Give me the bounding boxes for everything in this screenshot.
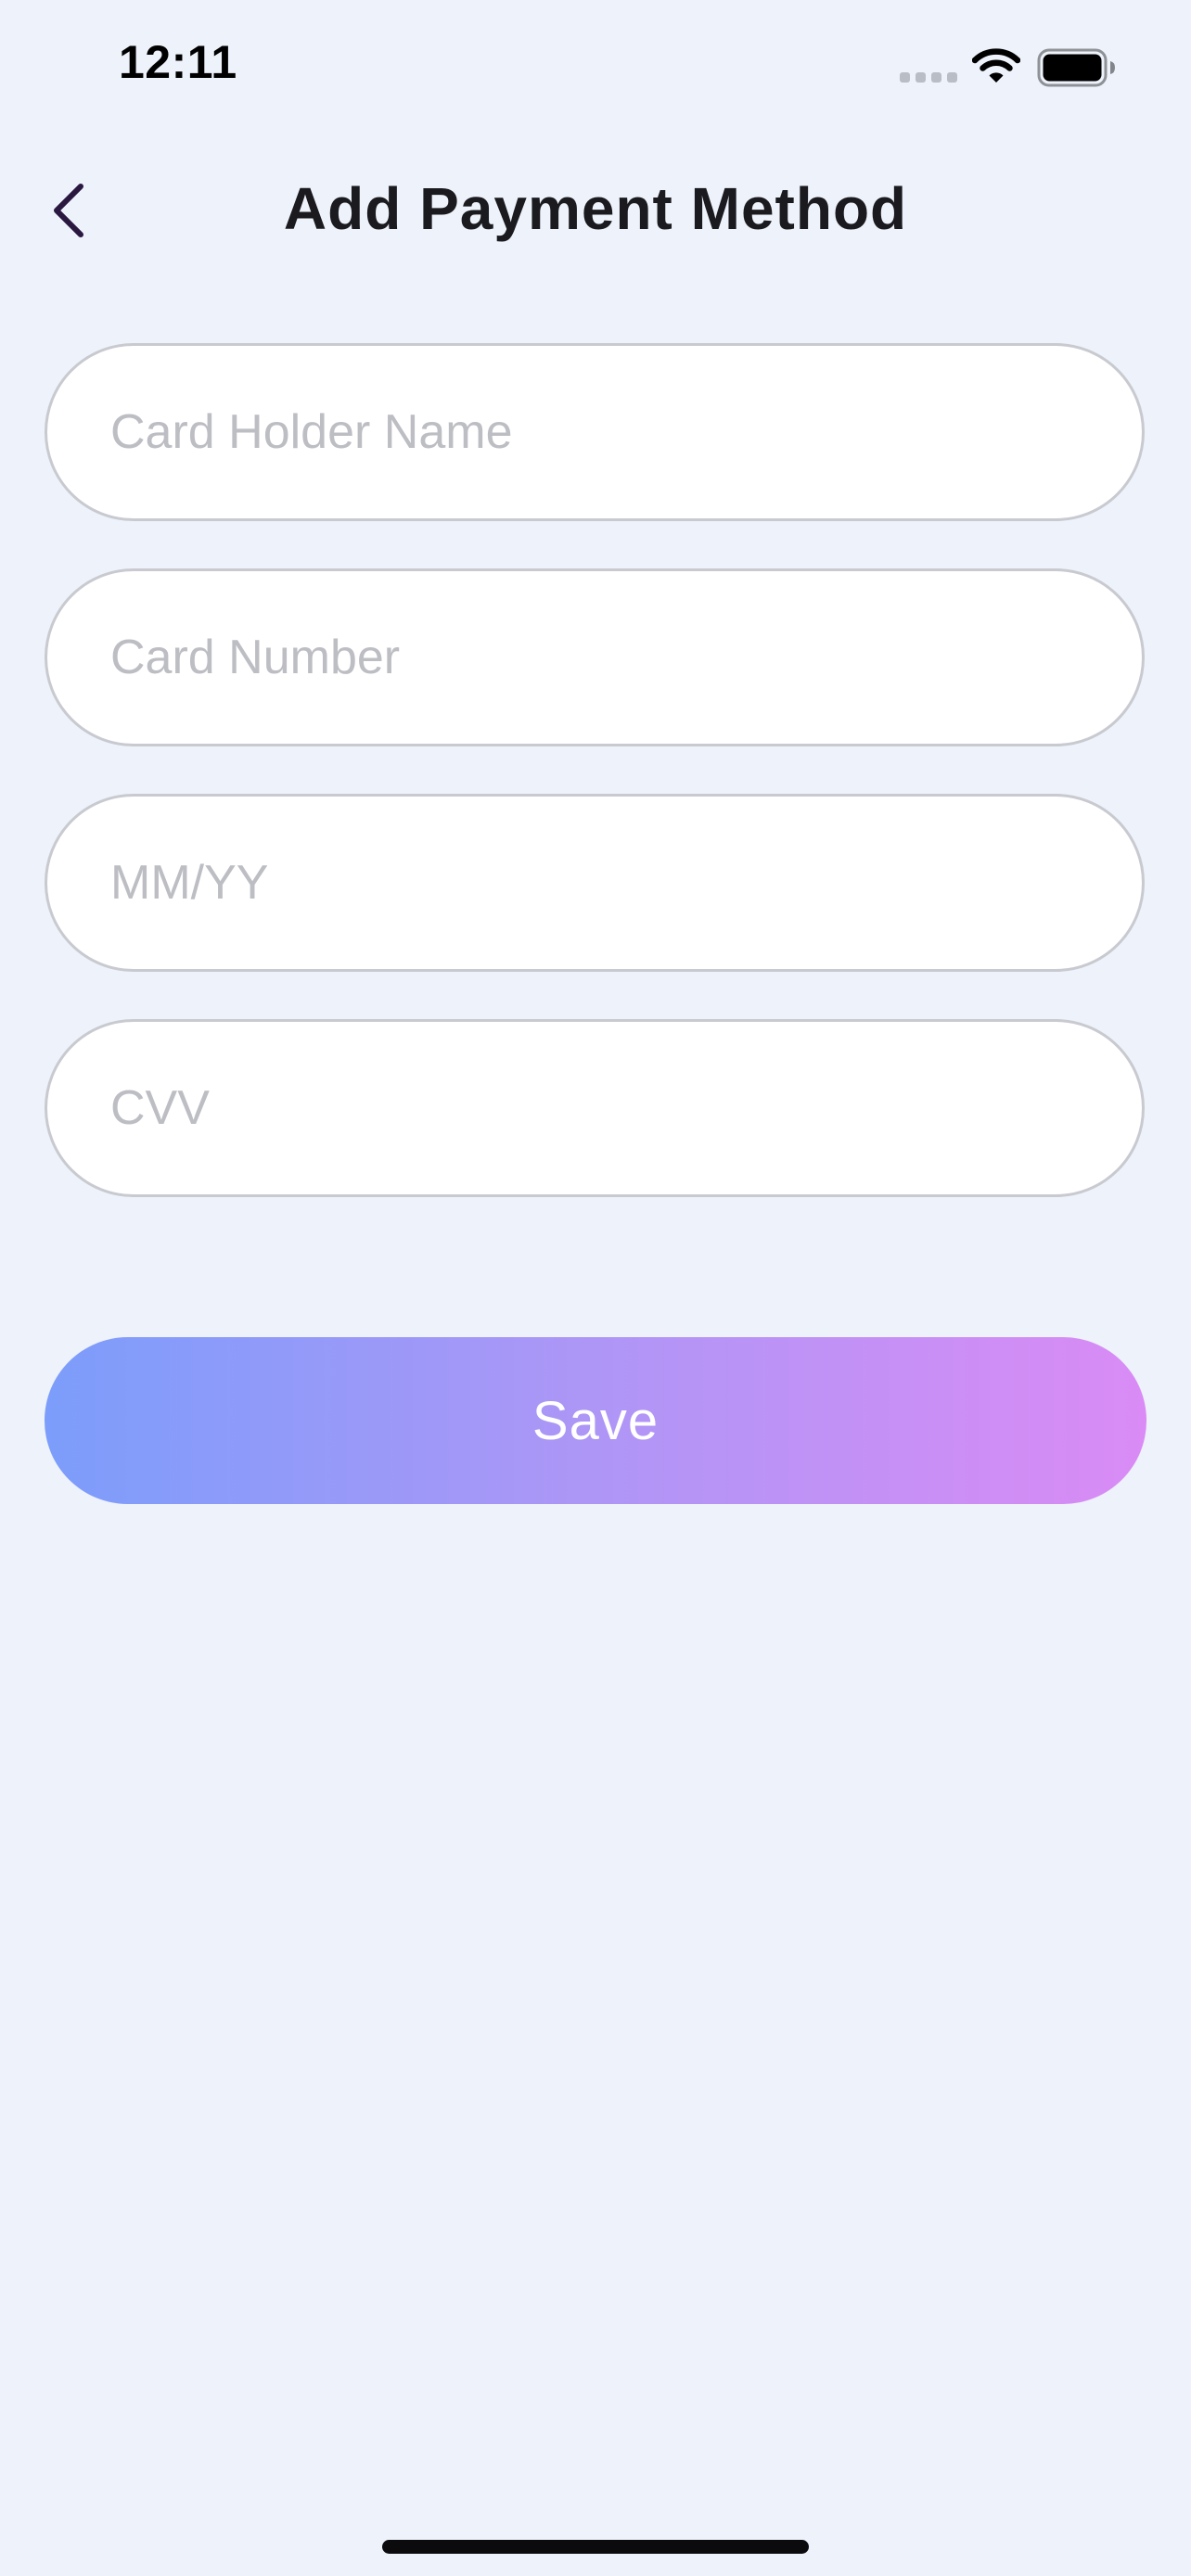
navigation-bar: Add Payment Method (0, 158, 1191, 269)
home-indicator (382, 2540, 809, 2554)
card-number-input[interactable] (45, 568, 1145, 746)
page-title: Add Payment Method (283, 175, 908, 242)
status-bar: 12:11 (0, 0, 1191, 130)
cvv-input[interactable] (45, 1019, 1145, 1197)
card-holder-name-input[interactable] (45, 343, 1145, 521)
status-time: 12:11 (119, 36, 237, 88)
battery-icon (1037, 48, 1115, 87)
save-button[interactable]: Save (45, 1337, 1146, 1504)
expiry-date-input[interactable] (45, 794, 1145, 972)
wifi-icon (972, 48, 1020, 83)
cellular-signal-icon (900, 72, 959, 85)
